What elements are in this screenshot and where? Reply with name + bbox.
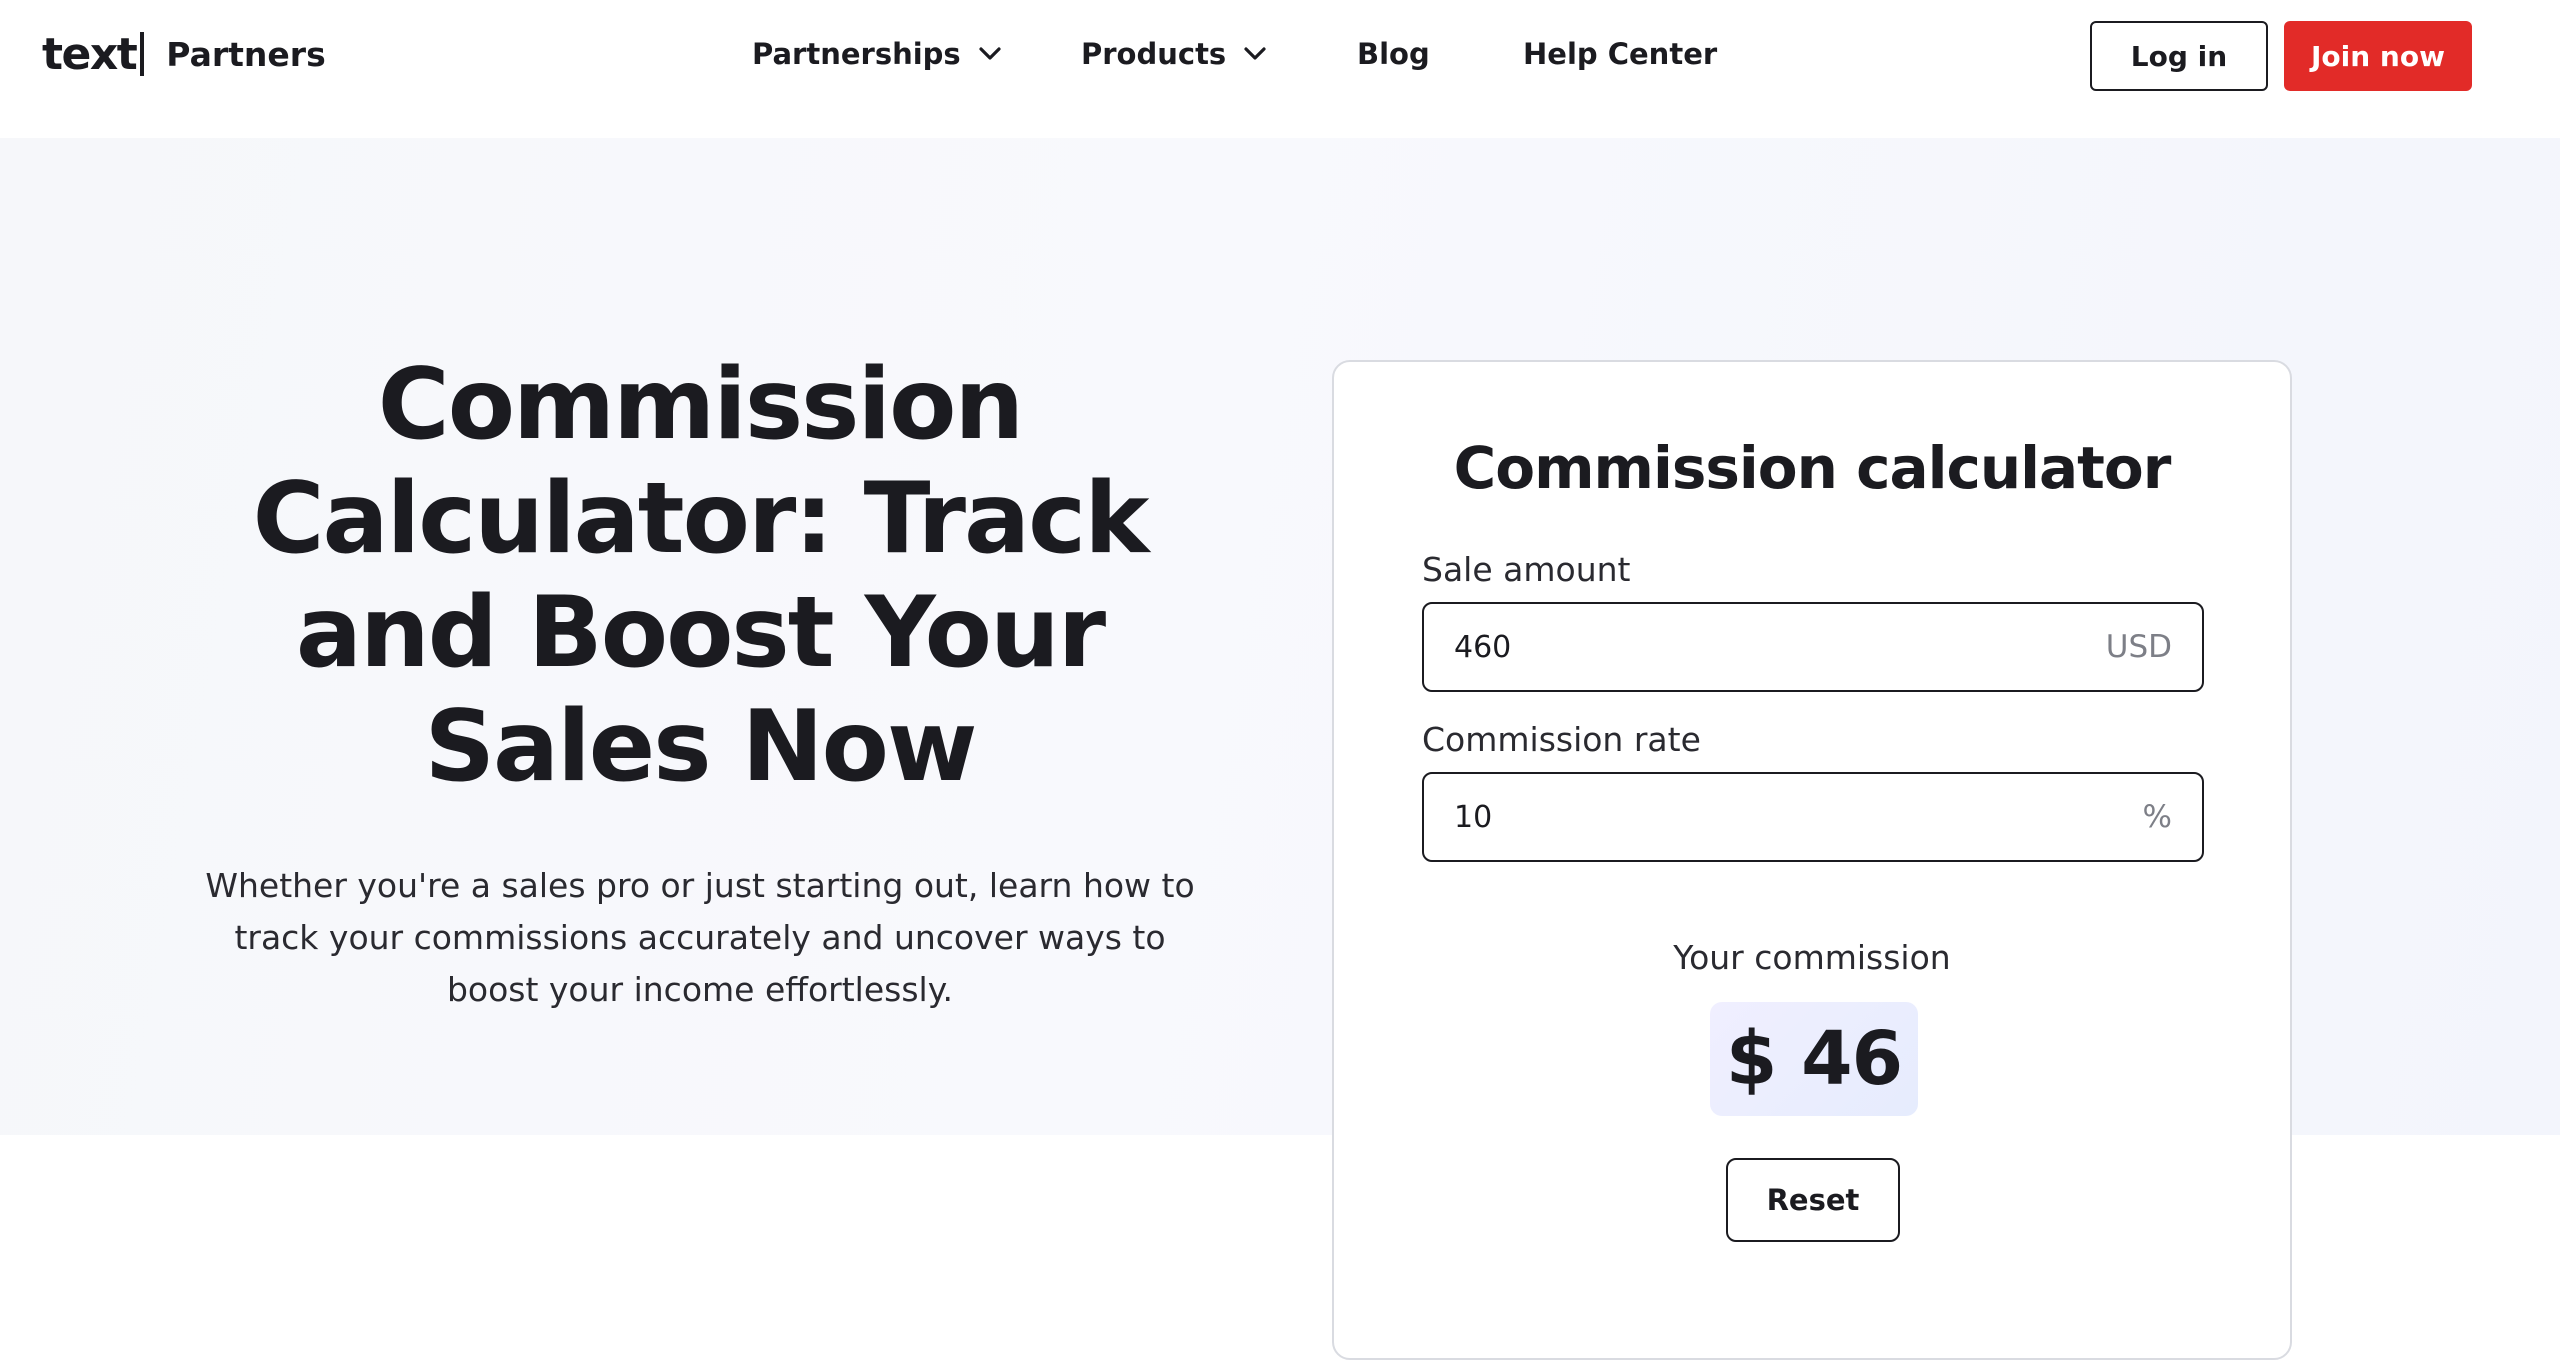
commission-rate-input[interactable] (1454, 799, 2143, 835)
sale-amount-unit: USD (2105, 629, 2172, 665)
commission-rate-label: Commission rate (1422, 720, 1701, 759)
login-button[interactable]: Log in (2090, 21, 2268, 91)
sale-amount-label: Sale amount (1422, 550, 1631, 589)
nav-blog-label: Blog (1357, 37, 1430, 71)
sale-amount-field[interactable]: USD (1422, 602, 2204, 692)
logo-text: text (42, 28, 138, 80)
logo-cursor-bar (140, 32, 145, 76)
hero-title: Commission Calculator: Track and Boost Y… (252, 348, 1150, 804)
nav-partnerships[interactable]: Partnerships (752, 30, 1001, 78)
chevron-down-icon (1244, 47, 1266, 60)
site-header: text Partners Partnerships Products Blog… (0, 0, 2560, 138)
hero-subtitle: Whether you're a sales pro or just start… (205, 866, 1195, 1009)
result-label: Your commission (1673, 938, 1951, 977)
hero-section: Commission Calculator: Track and Boost Y… (0, 138, 2560, 1360)
chevron-down-icon (979, 47, 1001, 60)
nav-partnerships-label: Partnerships (752, 37, 961, 71)
logo-partners-label: Partners (166, 34, 326, 74)
commission-rate-unit: % (2142, 799, 2172, 835)
sale-amount-input[interactable] (1454, 629, 2106, 665)
nav-blog[interactable]: Blog (1357, 30, 1430, 78)
calculator-title: Commission calculator (1453, 434, 2172, 502)
join-now-button[interactable]: Join now (2284, 21, 2472, 91)
nav-help-center-label: Help Center (1523, 37, 1718, 71)
commission-result: $ 46 (1710, 1002, 1918, 1116)
nav-products-label: Products (1081, 37, 1227, 71)
nav-help-center[interactable]: Help Center (1523, 30, 1717, 78)
site-logo[interactable]: text Partners (42, 28, 326, 80)
reset-button[interactable]: Reset (1726, 1158, 1900, 1242)
nav-products[interactable]: Products (1081, 30, 1266, 78)
commission-calculator-card: Commission calculator Sale amount USD Co… (1332, 360, 2292, 1360)
commission-rate-field[interactable]: % (1422, 772, 2204, 862)
